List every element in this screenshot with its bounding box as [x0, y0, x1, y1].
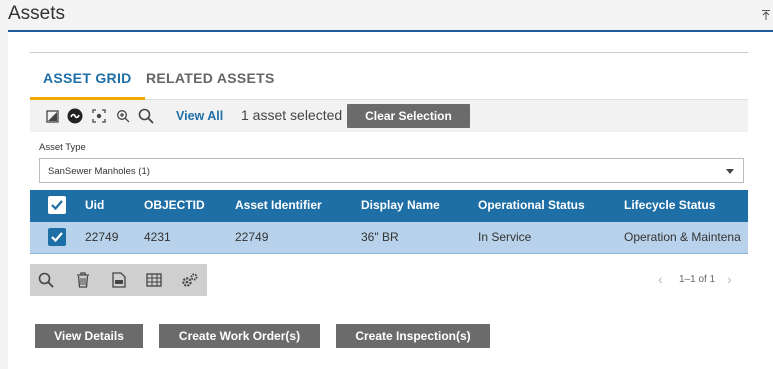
selection-count: 1 asset selected [241, 107, 343, 123]
column-header-operational-status[interactable]: Operational Status [478, 190, 585, 222]
tab-bar: ASSET GRID RELATED ASSETS [30, 66, 748, 100]
cell-objectid: 4231 [144, 230, 171, 244]
focus-icon[interactable] [91, 108, 107, 124]
cell-lifecycle-status: Operation & Maintena [624, 230, 741, 244]
divider [30, 52, 748, 53]
create-inspections-button[interactable]: Create Inspection(s) [336, 324, 490, 348]
export-icon[interactable] [110, 272, 128, 288]
column-header-uid[interactable]: Uid [85, 190, 104, 222]
page-header: Assets [0, 0, 773, 32]
link-icon[interactable] [67, 108, 83, 124]
search-icon[interactable] [138, 108, 154, 124]
cell-uid: 22749 [85, 230, 119, 244]
cell-asset-identifier: 22749 [235, 230, 269, 244]
clear-selection-button[interactable]: Clear Selection [347, 104, 470, 128]
settings-icon[interactable] [181, 272, 199, 288]
column-header-asset-identifier[interactable]: Asset Identifier [235, 190, 322, 222]
row-checkbox[interactable] [48, 228, 66, 246]
table-icon[interactable] [145, 272, 163, 288]
cell-display-name: 36" BR [361, 230, 399, 244]
page-title: Assets [8, 3, 66, 24]
assets-panel: ASSET GRID RELATED ASSETS View All 1 ass… [8, 32, 773, 369]
create-work-orders-button[interactable]: Create Work Order(s) [159, 324, 320, 348]
pagination-text: 1–1 of 1 [679, 274, 716, 285]
image-edit-icon[interactable] [44, 108, 60, 124]
trash-icon[interactable] [74, 272, 92, 288]
grid-header-row: Uid OBJECTID Asset Identifier Display Na… [30, 190, 748, 222]
view-all-link[interactable]: View All [176, 109, 223, 123]
column-header-lifecycle-status[interactable]: Lifecycle Status [624, 190, 715, 222]
chevron-left-icon[interactable]: ‹ [658, 272, 663, 286]
asset-grid: Uid OBJECTID Asset Identifier Display Na… [30, 190, 748, 254]
tab-related-assets[interactable]: RELATED ASSETS [133, 68, 288, 100]
view-details-button[interactable]: View Details [35, 324, 143, 348]
search-icon[interactable] [37, 272, 55, 288]
asset-type-label: Asset Type [39, 142, 86, 153]
cell-operational-status: In Service [478, 230, 532, 244]
chevron-down-icon [726, 169, 734, 174]
zoom-in-icon[interactable] [115, 108, 131, 124]
tab-asset-grid[interactable]: ASSET GRID [30, 68, 145, 100]
selection-toolbar: View All 1 asset selected Clear Selectio… [30, 100, 748, 132]
select-all-checkbox[interactable] [48, 196, 66, 214]
collapse-up-icon[interactable] [761, 9, 771, 21]
column-header-objectid[interactable]: OBJECTID [144, 190, 205, 222]
chevron-right-icon[interactable]: › [727, 272, 732, 286]
asset-type-value: SanSewer Manholes (1) [48, 166, 150, 177]
asset-type-select[interactable]: SanSewer Manholes (1) [39, 158, 744, 183]
table-row[interactable]: 22749 4231 22749 36" BR In Service Opera… [30, 222, 748, 254]
grid-toolbar [30, 264, 207, 296]
column-header-display-name[interactable]: Display Name [361, 190, 440, 222]
